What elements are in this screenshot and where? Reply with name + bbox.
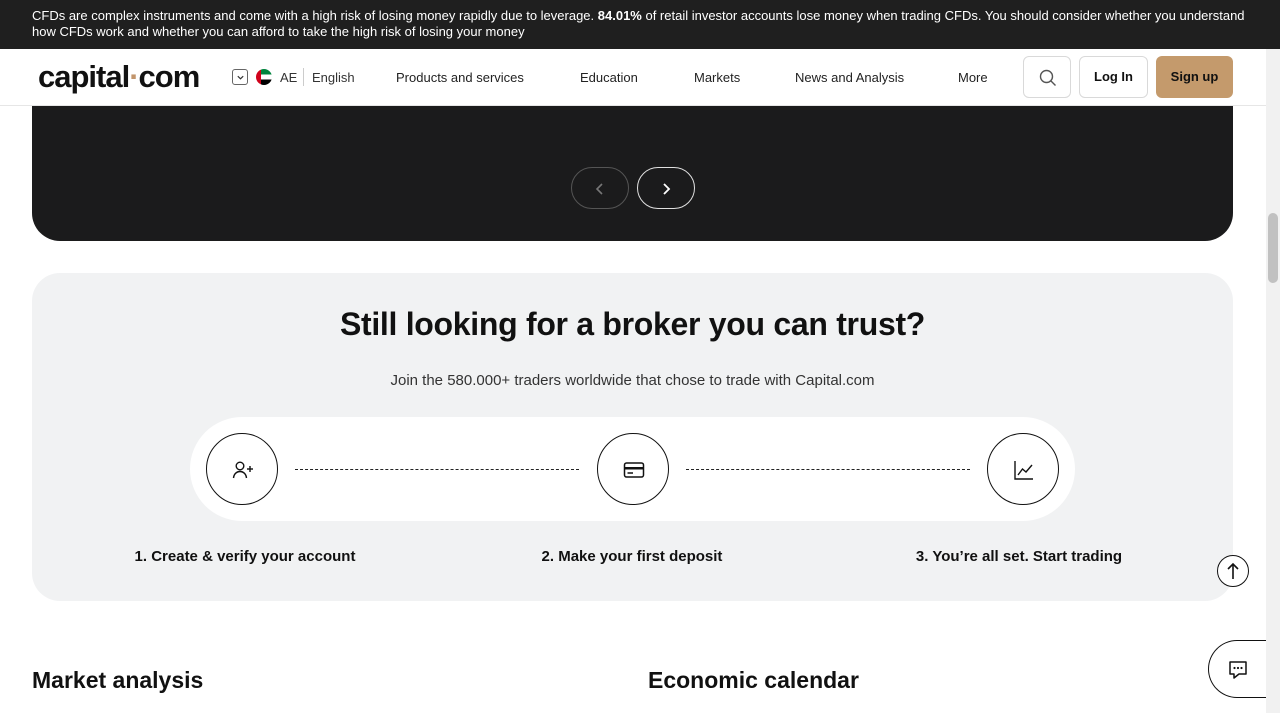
nav-news-and-analysis[interactable]: News and Analysis xyxy=(795,70,904,85)
login-button[interactable]: Log In xyxy=(1079,56,1148,98)
site-header: capital·com AE English Products and serv… xyxy=(0,49,1266,106)
scrollbar-thumb[interactable] xyxy=(1268,213,1278,283)
step-connector xyxy=(686,469,970,470)
chevron-left-icon xyxy=(595,183,603,195)
nav-markets[interactable]: Markets xyxy=(694,70,740,85)
nav-more[interactable]: More xyxy=(958,70,988,85)
search-button[interactable] xyxy=(1023,56,1071,98)
user-plus-icon xyxy=(232,461,253,479)
arrow-up-icon xyxy=(1227,562,1239,579)
carousel-prev-button[interactable] xyxy=(571,167,629,209)
chart-line-icon xyxy=(1014,461,1033,480)
risk-text-before: CFDs are complex instruments and come wi… xyxy=(32,8,598,23)
step-2-circle xyxy=(597,433,669,505)
trust-title: Still looking for a broker you can trust… xyxy=(339,306,926,342)
page-scrollbar[interactable] xyxy=(1266,49,1280,713)
economic-calendar-heading: Economic calendar xyxy=(648,667,859,693)
risk-warning-banner: CFDs are complex instruments and come wi… xyxy=(0,0,1280,49)
back-to-top-button[interactable] xyxy=(1217,555,1249,587)
carousel-panel xyxy=(32,106,1233,241)
signup-button[interactable]: Sign up xyxy=(1156,56,1233,98)
market-analysis-heading: Market analysis xyxy=(32,667,204,693)
step-3-label: 3. You’re all set. Start trading xyxy=(915,548,1123,565)
language-selector[interactable]: English xyxy=(312,70,355,85)
chevron-right-icon xyxy=(663,183,671,195)
step-connector xyxy=(295,469,579,470)
nav-products-and-services[interactable]: Products and services xyxy=(396,70,524,85)
step-1-circle xyxy=(206,433,278,505)
credit-card-icon xyxy=(623,462,645,478)
step-2-label: 2. Make your first deposit xyxy=(541,548,723,565)
country-code[interactable]: AE xyxy=(280,70,297,85)
search-icon xyxy=(1039,69,1056,86)
uae-flag-icon xyxy=(256,69,272,85)
step-3-circle xyxy=(987,433,1059,505)
carousel-next-button[interactable] xyxy=(637,167,695,209)
risk-percent: 84.01% xyxy=(597,8,642,23)
step-1-label: 1. Create & verify your account xyxy=(134,548,356,565)
trust-subtitle: Join the 580.000+ traders worldwide that… xyxy=(390,372,875,389)
capital-com-logo[interactable]: capital·com xyxy=(38,59,200,95)
divider xyxy=(303,68,304,86)
chat-icon xyxy=(1229,661,1247,679)
nav-education[interactable]: Education xyxy=(580,70,638,85)
chat-button[interactable] xyxy=(1208,640,1268,698)
chevron-down-icon[interactable] xyxy=(232,69,248,85)
